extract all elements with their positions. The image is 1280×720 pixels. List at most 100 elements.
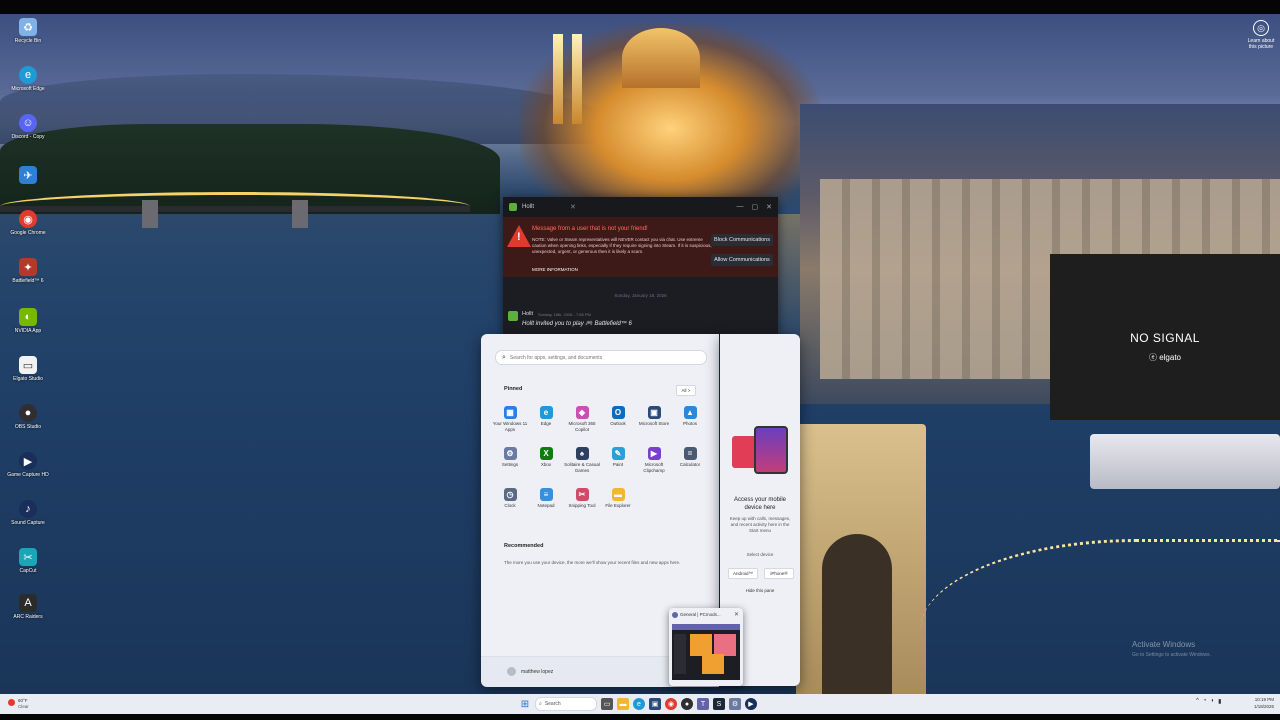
- steam-chat-window[interactable]: Hollt ✕ — ▢ ✕ ! Message from a user that…: [503, 197, 778, 337]
- desktop-icon-label: Game Capture HD: [7, 472, 49, 478]
- pinned-app[interactable]: ≡ Notepad: [528, 488, 564, 509]
- desktop-icon-sound-capture[interactable]: ♪ Sound Capture: [2, 500, 54, 526]
- taskbar-search[interactable]: ⌕ Search: [535, 697, 597, 711]
- desktop-icon-recycle-bin[interactable]: ♻ Recycle Bin: [2, 18, 54, 44]
- taskbar-clock[interactable]: 10:19 PM 1/18/2026: [1242, 696, 1274, 710]
- pinned-app[interactable]: ◆ Microsoft 365 Copilot: [564, 406, 600, 432]
- discord-icon: ☺: [19, 114, 37, 132]
- iphone-button[interactable]: iPhone®: [764, 568, 794, 579]
- notepad-icon: ≡: [539, 488, 553, 501]
- volume-icon[interactable]: ◖: [1210, 698, 1214, 705]
- user-avatar[interactable]: [507, 667, 516, 676]
- pinned-app[interactable]: ▶ Microsoft Clipchamp: [636, 447, 672, 473]
- photos-icon: ▲: [683, 406, 697, 419]
- wallpaper-pier: [142, 200, 158, 228]
- network-icon: ✈: [19, 166, 37, 184]
- sender-avatar: [508, 311, 518, 321]
- pinned-app[interactable]: e Edge: [528, 406, 564, 427]
- block-communications-button[interactable]: Block Communications: [711, 234, 773, 246]
- file-explorer-icon[interactable]: ▬: [617, 698, 629, 710]
- desktop-icon-battlefield[interactable]: ✦ Battlefield™ 6: [2, 258, 54, 284]
- warning-title: Message from a user that is not your fri…: [532, 226, 648, 232]
- pinned-app[interactable]: ▬ File Explorer: [600, 488, 636, 509]
- close-icon[interactable]: ✕: [734, 611, 739, 618]
- desktop-icon-chrome[interactable]: ◉ Google Chrome: [2, 210, 54, 236]
- window-controls: — ▢ ✕: [737, 203, 779, 211]
- paint-icon: ✎: [611, 447, 625, 460]
- desktop-icon-capcut[interactable]: ✂ CapCut: [2, 548, 54, 574]
- game-invite-text[interactable]: Hollt invited you to play 🎮 Battlefield™…: [522, 320, 632, 327]
- wallpaper-bridge-deck: [0, 206, 470, 212]
- store-icon[interactable]: ▣: [649, 698, 661, 710]
- pinned-app-label: Microsoft Clipchamp: [643, 462, 665, 473]
- desktop-icon-label: Google Chrome: [10, 230, 46, 236]
- pinned-app[interactable]: ▲ Photos: [672, 406, 708, 427]
- pinned-app-label: Solitaire & Casual Games: [564, 462, 600, 473]
- desktop-icon-elgato-studio[interactable]: ▭ Elgato Studio: [2, 356, 54, 382]
- user-name[interactable]: matthew lopez: [521, 669, 553, 675]
- pinned-app[interactable]: ▣ Microsoft Store: [636, 406, 672, 427]
- start-search-box[interactable]: ⌕: [495, 350, 707, 365]
- hide-pane-link[interactable]: Hide this pane: [726, 588, 794, 593]
- allow-communications-button[interactable]: Allow Communications: [711, 254, 773, 266]
- taskbar-thumbnail-preview[interactable]: General | PCmods... ✕: [669, 608, 743, 686]
- obs-icon: ●: [19, 404, 37, 422]
- pinned-app[interactable]: ✂ Snipping Tool: [564, 488, 600, 509]
- wallpaper-dome: [622, 28, 700, 88]
- gear-icon[interactable]: ⚙: [729, 698, 741, 710]
- start-search-input[interactable]: [509, 352, 690, 363]
- sound-capture-icon: ♪: [19, 500, 37, 518]
- pinned-app[interactable]: = Calculator: [672, 447, 708, 468]
- thumbnail-header-bar: [672, 624, 740, 630]
- maximize-icon[interactable]: ▢: [752, 203, 759, 211]
- pinned-app-label: Snipping Tool: [568, 503, 596, 508]
- all-apps-button[interactable]: All >: [676, 385, 696, 396]
- pinned-app-label: Edge: [540, 421, 552, 426]
- pinned-app-label: Paint: [612, 462, 624, 467]
- teams-icon[interactable]: T: [697, 698, 709, 710]
- weather-condition: Clear: [18, 704, 29, 709]
- close-tab-icon[interactable]: ✕: [570, 203, 576, 211]
- close-icon[interactable]: ✕: [766, 203, 772, 211]
- pinned-app[interactable]: ♠ Solitaire & Casual Games: [564, 447, 600, 473]
- chrome-icon[interactable]: ◉: [665, 698, 677, 710]
- game-capture-icon[interactable]: ▶: [745, 698, 757, 710]
- pinned-app[interactable]: O Outlook: [600, 406, 636, 427]
- minimize-icon[interactable]: —: [737, 203, 744, 211]
- desktop-icon-nvidia[interactable]: ◐ NVIDIA App: [2, 308, 54, 334]
- learn-about-picture[interactable]: ◎ Learn about this picture: [1244, 20, 1278, 50]
- pinned-app[interactable]: ▦ Your Windows 11 Apps: [492, 406, 528, 432]
- chevron-up-icon[interactable]: ^: [1196, 698, 1199, 705]
- pinned-app[interactable]: ⚙ Settings: [492, 447, 528, 468]
- thumbnail-image[interactable]: [672, 624, 740, 680]
- pinned-app-label: Outlook: [610, 421, 626, 426]
- battlefield-icon: ✦: [19, 258, 37, 276]
- message-timestamp: Sunday, 18th, 2026 - 7:56 PM: [538, 312, 591, 317]
- steam-tab-title[interactable]: Hollt: [522, 204, 534, 210]
- chat-date-divider: Sunday, January 18, 2026: [614, 293, 667, 298]
- desktop-icon-network[interactable]: ✈: [2, 166, 54, 186]
- battery-icon[interactable]: ▮: [1218, 698, 1221, 705]
- wallpaper-spire: [572, 34, 582, 124]
- edge-icon[interactable]: e: [633, 698, 645, 710]
- select-device-label: Select device: [746, 552, 774, 557]
- desktop-icon-obs[interactable]: ● OBS Studio: [2, 404, 54, 430]
- steam-title-bar[interactable]: Hollt ✕ — ▢ ✕: [503, 197, 778, 217]
- pinned-heading: Pinned: [504, 386, 523, 392]
- taskbar-search-label: Search: [544, 701, 561, 707]
- desktop-icon-arc-raiders[interactable]: A ARC Raiders: [2, 594, 54, 620]
- pinned-app[interactable]: ◷ Clock: [492, 488, 528, 509]
- more-information-link[interactable]: MORE INFORMATION: [532, 267, 578, 272]
- windows-start-icon[interactable]: ⊞: [519, 698, 531, 710]
- pinned-app[interactable]: ✎ Paint: [600, 447, 636, 468]
- desktop-icon-discord[interactable]: ☺ Discord - Copy: [2, 114, 54, 140]
- task-view-icon[interactable]: ▭: [601, 698, 613, 710]
- network-icon[interactable]: ◔: [1203, 698, 1207, 705]
- steam-icon[interactable]: S: [713, 698, 725, 710]
- obs-icon[interactable]: ●: [681, 698, 693, 710]
- desktop-icon-edge[interactable]: e Microsoft Edge: [2, 66, 54, 92]
- android-button[interactable]: Android™: [728, 568, 758, 579]
- desktop-icon-game-capture[interactable]: ▶ Game Capture HD: [2, 452, 54, 478]
- phone-link-subtitle: Keep up with calls, messages, and recent…: [729, 516, 791, 533]
- pinned-app[interactable]: X Xbox: [528, 447, 564, 468]
